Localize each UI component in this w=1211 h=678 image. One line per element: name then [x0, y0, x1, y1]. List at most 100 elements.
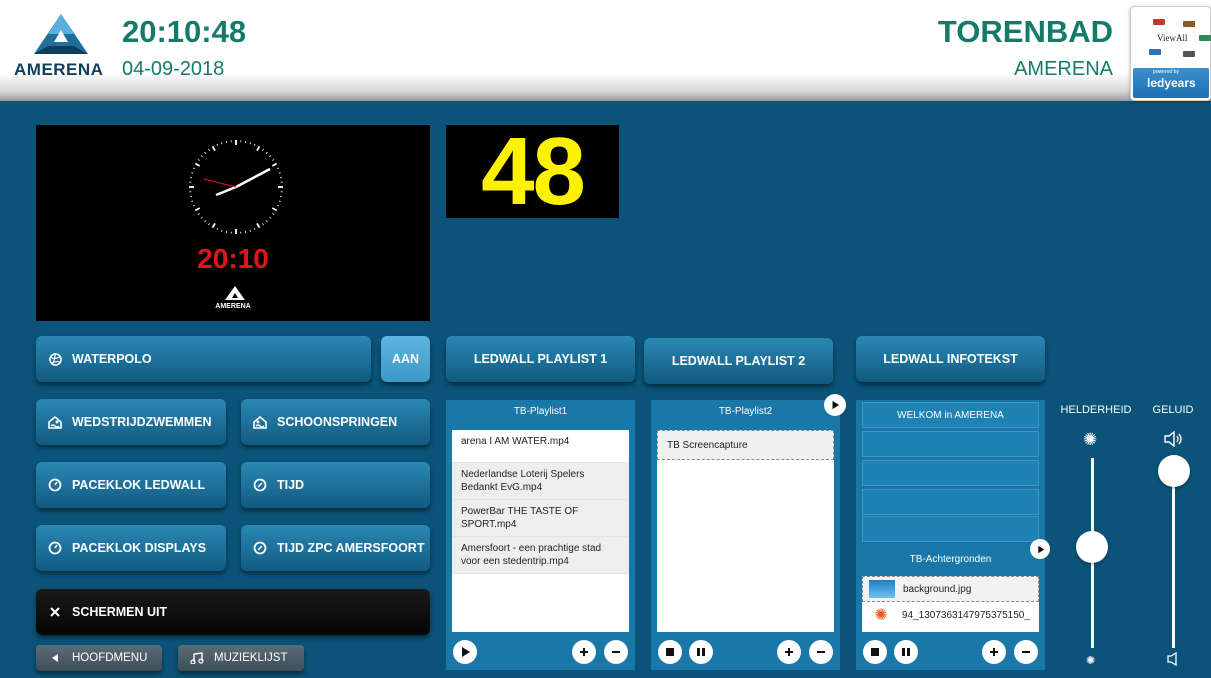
- wedstrijdzwemmen-button[interactable]: WEDSTRIJDZWEMMEN: [36, 399, 226, 445]
- stop-button[interactable]: [863, 640, 887, 664]
- play-icon: [832, 400, 840, 410]
- schermen-uit-label: SCHERMEN UIT: [72, 605, 168, 619]
- header-bar: AMERENA 20:10:48 04-09-2018 TORENBAD AME…: [0, 0, 1211, 101]
- tijd-zpc-label: TIJD ZPC AMERSFOORT: [277, 541, 425, 555]
- info-line-4[interactable]: [862, 489, 1039, 515]
- tijd-zpc-button[interactable]: TIJD ZPC AMERSFOORT: [241, 525, 430, 571]
- arrow-left-icon: [48, 651, 62, 665]
- play-button[interactable]: [453, 640, 477, 664]
- sun-small-icon: ✺: [1086, 655, 1096, 667]
- stop-button[interactable]: [658, 640, 682, 664]
- sun-logo-icon: ✺: [868, 606, 894, 624]
- backgrounds-list[interactable]: background.jpg ✺ 94_1307363147975375150_: [862, 576, 1039, 632]
- venue-name: TORENBAD: [937, 14, 1113, 49]
- play-icon: [462, 647, 470, 657]
- playlist2-list[interactable]: TB Screencapture: [657, 430, 834, 632]
- tab-ledwall-playlist-2[interactable]: LEDWALL PLAYLIST 2: [644, 338, 833, 384]
- paceklok-ledwall-label: PACEKLOK LEDWALL: [72, 478, 206, 492]
- bg-item-label: background.jpg: [903, 583, 972, 595]
- pause-button[interactable]: [894, 640, 918, 664]
- info-line-5[interactable]: [862, 516, 1039, 542]
- remove-button[interactable]: [1014, 640, 1038, 664]
- add-button[interactable]: [777, 640, 801, 664]
- plus-icon: [990, 648, 998, 656]
- backgrounds-play-button[interactable]: [1030, 539, 1050, 559]
- list-item[interactable]: PowerBar THE TASTE OF SPORT.mp4: [452, 500, 629, 537]
- minus-icon: [1022, 651, 1030, 653]
- paceklok-ledwall-button[interactable]: PACEKLOK LEDWALL: [36, 462, 226, 508]
- muzieklijst-button[interactable]: MUZIEKLIJST: [178, 645, 304, 671]
- volume-label: GELUID: [1152, 404, 1194, 416]
- aan-button[interactable]: AAN: [381, 336, 430, 382]
- list-item[interactable]: arena I AM WATER.mp4: [452, 430, 629, 463]
- remove-button[interactable]: [604, 640, 628, 664]
- aan-label: AAN: [391, 352, 420, 366]
- brightness-slider-knob[interactable]: [1076, 531, 1108, 564]
- add-button[interactable]: [572, 640, 596, 664]
- pause-button[interactable]: [689, 640, 713, 664]
- info-line-2[interactable]: [862, 431, 1039, 457]
- current-time: 20:10:48: [122, 14, 247, 49]
- music-icon: [190, 651, 204, 665]
- diver-icon: [253, 415, 267, 429]
- info-line-1[interactable]: WELKOM in AMERENA: [862, 402, 1039, 428]
- clock-icon: [253, 541, 267, 555]
- schermen-uit-button[interactable]: SCHERMEN UIT: [36, 589, 430, 635]
- pause-icon: [697, 648, 705, 656]
- viewall-label: ViewAll: [1157, 33, 1188, 43]
- logo-text: AMERENA: [14, 60, 104, 79]
- sun-icon: ✺: [1083, 430, 1098, 449]
- playlist1-panel: TB-Playlist1 arena I AM WATER.mp4 Nederl…: [446, 400, 635, 670]
- stop-icon: [666, 648, 674, 656]
- plus-icon: [785, 648, 793, 656]
- bg-item-label: 94_1307363147975375150_: [902, 609, 1030, 621]
- venue-subtitle: AMERENA: [1014, 58, 1113, 80]
- list-item[interactable]: background.jpg: [862, 576, 1039, 602]
- analog-clock-icon: [189, 140, 283, 234]
- schoonspringen-button[interactable]: SCHOONSPRINGEN: [241, 399, 430, 445]
- current-date: 04-09-2018: [122, 58, 225, 80]
- info-line-3[interactable]: [862, 460, 1039, 486]
- list-item[interactable]: TB Screencapture: [657, 430, 834, 460]
- play-icon: [1037, 545, 1044, 553]
- brightness-label: HELDERHEID: [1060, 404, 1132, 416]
- list-item[interactable]: Amersfoort - een prachtige stad voor een…: [452, 537, 629, 574]
- playlist1-list[interactable]: arena I AM WATER.mp4 Nederlandse Loterij…: [452, 430, 629, 632]
- ledyears-badge: powered by ledyears: [1133, 68, 1209, 98]
- speaker-icon: [1164, 431, 1182, 447]
- pause-icon: [902, 648, 910, 656]
- plus-icon: [580, 648, 588, 656]
- stopwatch-icon: [48, 478, 62, 492]
- chip-icon: [1183, 51, 1195, 57]
- score-display: 48: [446, 124, 619, 220]
- remove-button[interactable]: [809, 640, 833, 664]
- playlist2-title: TB-Playlist2: [718, 406, 773, 417]
- chip-icon: [1199, 35, 1211, 41]
- powered-by-label: powered by: [1153, 69, 1179, 75]
- paceklok-displays-button[interactable]: PACEKLOK DISPLAYS: [36, 525, 226, 571]
- screen-preview: 20:10 AMERENA: [36, 125, 430, 321]
- tijd-label: TIJD: [277, 478, 305, 492]
- waterpolo-button[interactable]: WATERPOLO: [36, 336, 371, 382]
- viewall-button[interactable]: ViewAll powered by ledyears: [1130, 6, 1211, 101]
- ledyears-label: ledyears: [1147, 76, 1196, 90]
- swimmer-icon: [48, 415, 62, 429]
- tab-ledwall-playlist-1[interactable]: LEDWALL PLAYLIST 1: [446, 336, 635, 382]
- chip-icon: [1153, 19, 1165, 25]
- add-button[interactable]: [982, 640, 1006, 664]
- volume-slider-knob[interactable]: [1158, 455, 1190, 488]
- waterpolo-label: WATERPOLO: [72, 352, 152, 366]
- tab-ledwall-playlist-1-label: LEDWALL PLAYLIST 1: [473, 352, 608, 366]
- playlist2-play-button[interactable]: [824, 394, 846, 416]
- tab-ledwall-infotekst[interactable]: LEDWALL INFOTEKST: [856, 336, 1045, 382]
- tijd-button[interactable]: TIJD: [241, 462, 430, 508]
- list-item[interactable]: Nederlandse Loterij Spelers Bedankt EvG.…: [452, 463, 629, 500]
- hoofdmenu-label: HOOFDMENU: [72, 652, 148, 664]
- clock-icon: [253, 478, 267, 492]
- image-thumbnail-icon: [869, 580, 895, 598]
- schoonspringen-label: SCHOONSPRINGEN: [277, 415, 398, 429]
- speaker-mute-icon: [1167, 652, 1177, 666]
- hoofdmenu-button[interactable]: HOOFDMENU: [36, 645, 162, 671]
- list-item[interactable]: ✺ 94_1307363147975375150_: [862, 602, 1039, 628]
- chip-icon: [1183, 21, 1195, 27]
